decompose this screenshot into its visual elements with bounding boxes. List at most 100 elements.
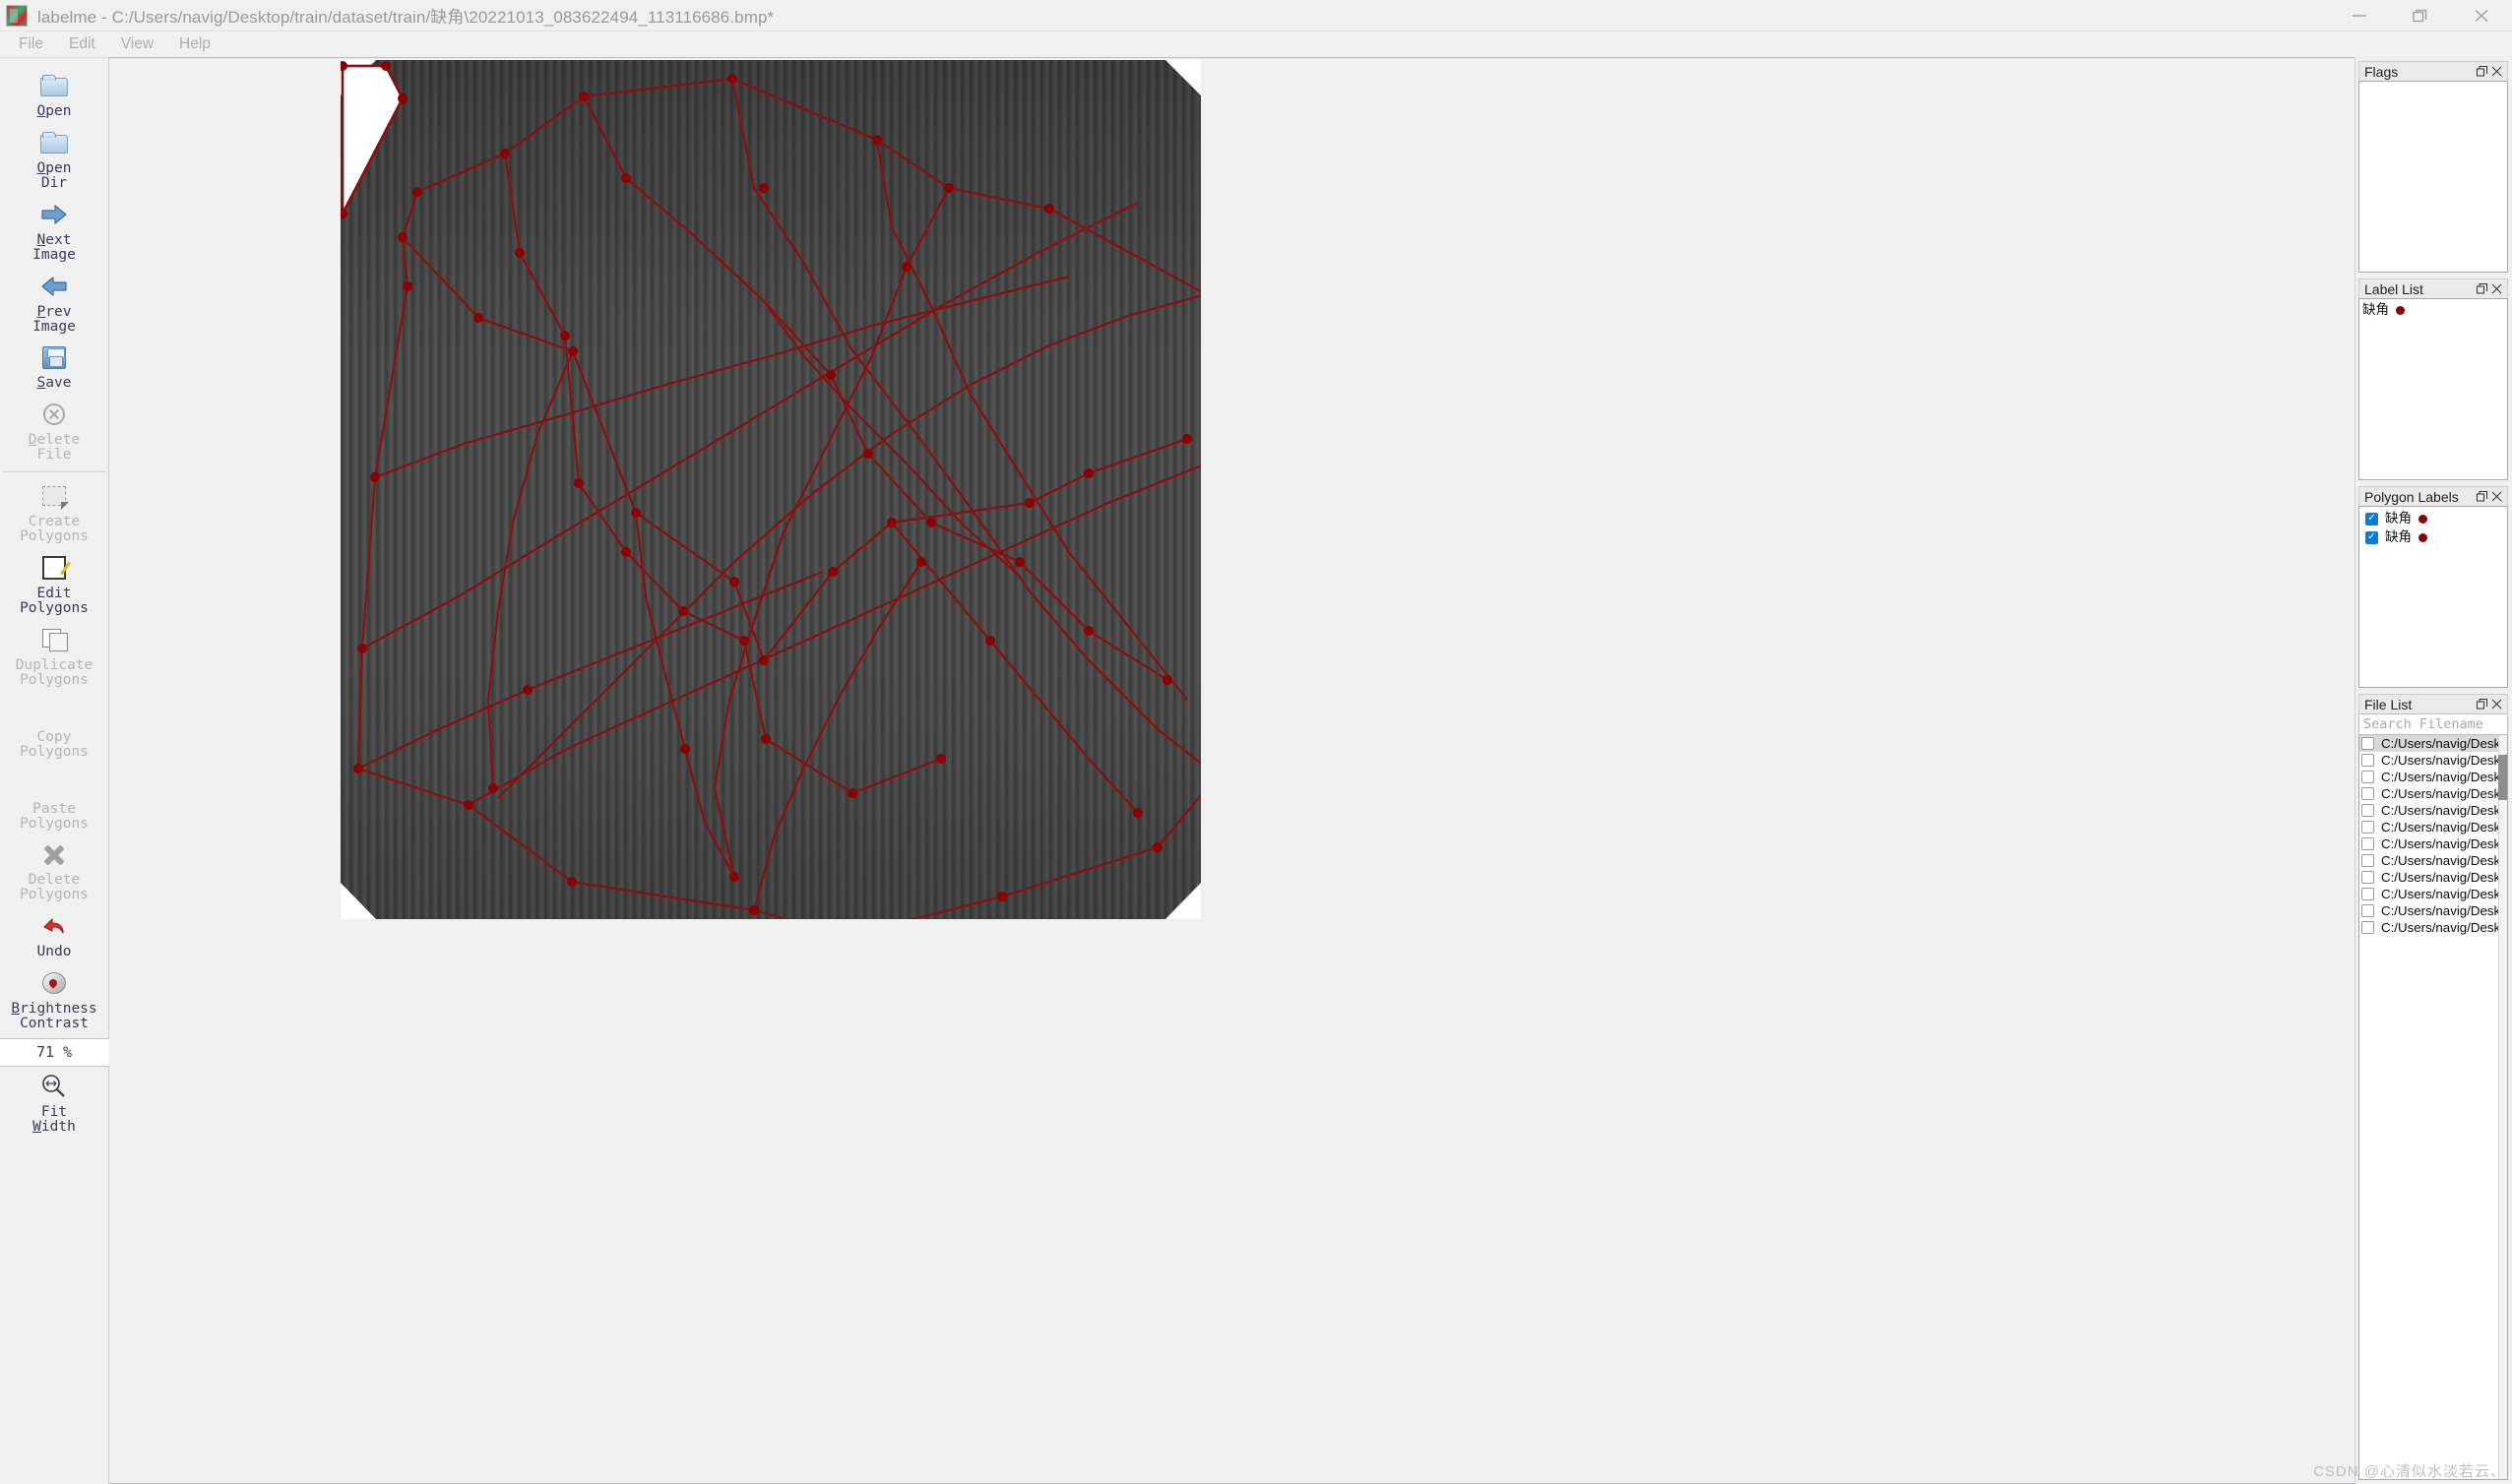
tool-paste-polygons[interactable]: Paste Polygons (3, 764, 105, 835)
menu-file[interactable]: File (6, 33, 56, 55)
file-list[interactable]: C:/Users/navig/Desktop C:/Users/navig/De… (2358, 735, 2508, 1480)
file-path: C:/Users/navig/Desktop (2381, 753, 2508, 768)
list-item[interactable]: C:/Users/navig/Desktop (2359, 886, 2507, 902)
copy-polygons-icon (37, 697, 71, 726)
polygon-color-dot (2418, 514, 2427, 524)
tool-prev-image-label-2: Image (32, 318, 76, 335)
polygon-annotations[interactable] (341, 60, 1201, 919)
tool-open-dir[interactable]: Open Dir (3, 123, 105, 195)
file-checkbox[interactable] (2361, 837, 2374, 850)
close-icon[interactable] (2489, 281, 2504, 297)
label-list[interactable]: 缺角 (2358, 298, 2508, 480)
polygon-color-dot (2418, 532, 2427, 542)
float-icon[interactable] (2475, 64, 2489, 80)
tool-undo-label: Undo (36, 944, 72, 960)
paste-polygons-icon (37, 769, 71, 798)
list-item[interactable]: C:/Users/navig/Desktop (2359, 852, 2507, 869)
polygon-labels-panel-header: Polygon Labels (2358, 486, 2508, 506)
list-item[interactable]: C:/Users/navig/Desktop (2359, 769, 2507, 785)
tool-delete-polygons[interactable]: Delete Polygons (3, 835, 105, 906)
polygon-labels-list[interactable]: 缺角 缺角 (2358, 506, 2508, 688)
close-icon[interactable] (2489, 64, 2504, 80)
polygon-visibility-checkbox[interactable] (2365, 512, 2378, 526)
tool-edit-polygons[interactable]: Edit Polygons (3, 548, 105, 620)
list-item[interactable]: C:/Users/navig/Desktop (2359, 919, 2507, 936)
file-checkbox[interactable] (2361, 771, 2374, 783)
tool-create-polygons-label-1: Create (28, 514, 81, 530)
menu-edit[interactable]: Edit (56, 33, 108, 55)
menu-view[interactable]: View (108, 33, 166, 55)
file-checkbox[interactable] (2361, 921, 2374, 934)
tool-fit-width-label-1: Fit (40, 1104, 68, 1121)
polygon-visibility-checkbox[interactable] (2365, 530, 2378, 544)
flags-list[interactable] (2358, 81, 2508, 273)
file-checkbox[interactable] (2361, 888, 2374, 900)
tool-delete-file[interactable]: Delete File (3, 395, 105, 466)
tool-open[interactable]: Open (3, 66, 105, 123)
tool-delete-polygons-label-1: Delete (28, 872, 81, 889)
float-icon[interactable] (2475, 697, 2489, 712)
list-item[interactable]: C:/Users/navig/Desktop (2359, 785, 2507, 802)
tool-brightness-label-1: Brightness (11, 1001, 97, 1018)
float-icon[interactable] (2475, 489, 2489, 505)
zoom-level-value[interactable]: 71 % (0, 1038, 109, 1068)
folder-open-dir-icon (37, 128, 71, 157)
menu-bar: File Edit View Help (0, 31, 2512, 57)
title-bar: labelme - C:/Users/navig/Desktop/train/d… (0, 0, 2512, 31)
file-checkbox[interactable] (2361, 871, 2374, 884)
delete-polygons-icon (37, 839, 71, 869)
file-list-panel: File List Search Filename C:/Users/navig… (2358, 694, 2508, 1480)
left-toolbar: Open Open Dir Next Image Prev Image Save… (0, 57, 109, 1484)
file-checkbox[interactable] (2361, 904, 2374, 917)
file-checkbox[interactable] (2361, 787, 2374, 800)
minimize-button[interactable] (2329, 0, 2390, 31)
list-item[interactable]: 缺角 (2362, 528, 2507, 547)
tool-duplicate-polygons[interactable]: Duplicate Polygons (3, 620, 105, 692)
brightness-contrast-icon (37, 968, 71, 998)
file-checkbox[interactable] (2361, 754, 2374, 767)
tool-prev-image[interactable]: Prev Image (3, 267, 105, 339)
file-checkbox[interactable] (2361, 737, 2374, 750)
image-canvas[interactable] (109, 57, 2355, 1484)
tool-undo[interactable]: Undo (3, 906, 105, 963)
list-item[interactable]: C:/Users/navig/Desktop (2359, 752, 2507, 769)
tool-prev-image-label-1: Prev (36, 303, 72, 320)
close-icon[interactable] (2489, 697, 2504, 712)
close-icon[interactable] (2489, 489, 2504, 505)
label-color-dot (2396, 305, 2405, 315)
tool-open-dir-label-1: Open (36, 159, 72, 176)
flags-panel: Flags (2358, 61, 2508, 273)
list-item[interactable]: 缺角 (2362, 510, 2507, 528)
tool-brightness-label-2: Contrast (20, 1016, 89, 1032)
list-item[interactable]: C:/Users/navig/Desktop (2359, 835, 2507, 852)
annotated-image[interactable] (341, 60, 1201, 919)
file-checkbox[interactable] (2361, 821, 2374, 834)
scrollbar-thumb[interactable] (2498, 755, 2507, 800)
float-icon[interactable] (2475, 281, 2489, 297)
file-list-scrollbar[interactable] (2498, 735, 2507, 1479)
file-checkbox[interactable] (2361, 854, 2374, 867)
tool-brightness-contrast[interactable]: Brightness Contrast (3, 963, 105, 1035)
tool-save[interactable]: Save (3, 338, 105, 395)
tool-copy-polygons[interactable]: Copy Polygons (3, 692, 105, 764)
list-item[interactable]: C:/Users/navig/Desktop (2359, 869, 2507, 886)
tool-edit-polygons-label-2: Polygons (20, 599, 89, 616)
search-input[interactable]: Search Filename (2358, 713, 2508, 735)
maximize-restore-button[interactable] (2390, 0, 2451, 31)
undo-icon (37, 911, 71, 941)
label-list-panel: Label List 缺角 (2358, 278, 2508, 480)
list-item[interactable]: 缺角 (2359, 301, 2507, 320)
file-path: C:/Users/navig/Desktop (2381, 903, 2508, 918)
list-item[interactable]: C:/Users/navig/Desktop (2359, 735, 2507, 752)
list-item[interactable]: C:/Users/navig/Desktop (2359, 819, 2507, 835)
tool-next-image[interactable]: Next Image (3, 195, 105, 267)
right-dock: Flags Label List 缺角 Polygon Labels ✓ 缺角 … (2355, 57, 2512, 1484)
tool-fit-width[interactable]: Fit Width (3, 1067, 105, 1139)
list-item[interactable]: C:/Users/navig/Desktop (2359, 902, 2507, 919)
menu-help[interactable]: Help (166, 33, 223, 55)
list-item[interactable]: C:/Users/navig/Desktop (2359, 802, 2507, 819)
file-checkbox[interactable] (2361, 804, 2374, 817)
tool-create-polygons[interactable]: Create Polygons (3, 476, 105, 548)
window-controls (2329, 0, 2512, 31)
close-button[interactable] (2451, 0, 2512, 31)
